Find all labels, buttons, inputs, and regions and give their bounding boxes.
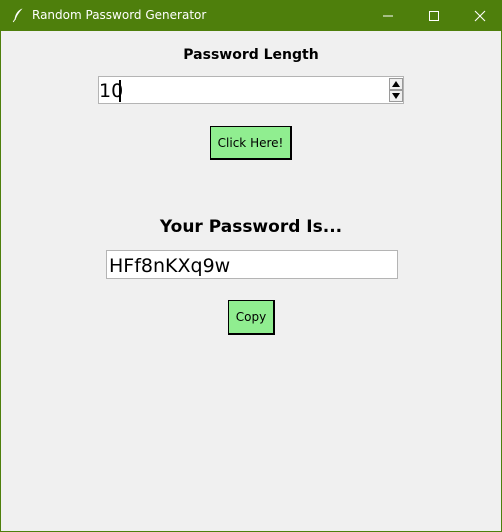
password-output-value[interactable]: HFf8nKXq9w bbox=[109, 255, 230, 277]
password-length-spinbox[interactable]: 10 bbox=[98, 76, 404, 104]
spin-up-button[interactable] bbox=[389, 78, 403, 90]
maximize-button[interactable] bbox=[411, 0, 457, 31]
close-button[interactable] bbox=[457, 0, 501, 31]
minimize-icon bbox=[383, 15, 393, 17]
result-label: Your Password Is... bbox=[159, 217, 343, 237]
arrow-up-icon bbox=[392, 81, 400, 87]
feather-icon bbox=[11, 7, 25, 23]
window-title: Random Password Generator bbox=[32, 8, 207, 22]
password-output-field[interactable]: HFf8nKXq9w bbox=[106, 250, 398, 279]
app-window: Random Password Generator Password Lengt… bbox=[0, 0, 502, 532]
title-bar[interactable]: Random Password Generator bbox=[1, 0, 501, 31]
arrow-down-icon bbox=[392, 93, 400, 99]
close-icon bbox=[474, 10, 486, 22]
maximize-icon bbox=[429, 11, 439, 21]
text-caret bbox=[119, 80, 121, 102]
minimize-button[interactable] bbox=[365, 0, 411, 31]
generate-button[interactable]: Click Here! bbox=[210, 126, 292, 160]
spin-down-button[interactable] bbox=[389, 90, 403, 102]
copy-button[interactable]: Copy bbox=[228, 300, 275, 335]
password-length-label: Password Length bbox=[183, 47, 319, 63]
